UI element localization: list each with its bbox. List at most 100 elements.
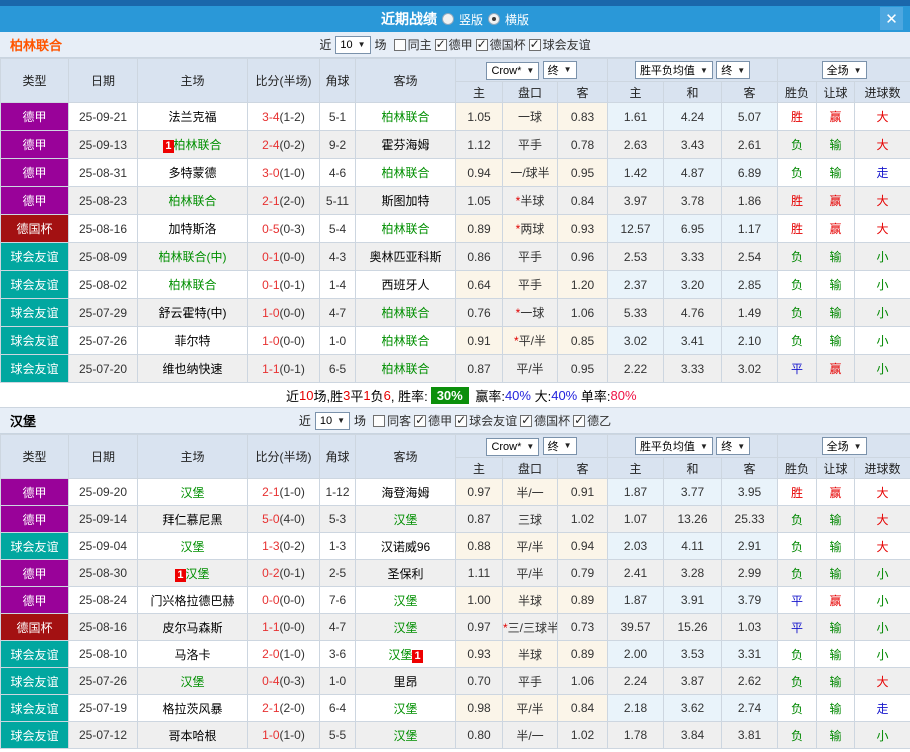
checkbox-icon[interactable] (434, 37, 447, 51)
avg-win-value: 3.02 (607, 326, 665, 355)
league-type-badge: 球会友谊 (0, 694, 69, 722)
halftime-score: (0-2) (279, 137, 305, 152)
filter-checkbox-item[interactable]: 德甲 (414, 412, 452, 429)
home-team-name: 柏林联合(中) (158, 250, 227, 264)
filter-checkbox-item[interactable]: 德国杯 (520, 412, 570, 429)
result-goals: 小 (854, 270, 910, 299)
summary-segment: , 胜率: (390, 388, 428, 404)
away-team-name: 柏林联合 (381, 222, 430, 236)
handicap-value: 平手 (502, 667, 558, 695)
close-icon[interactable]: ✕ (880, 7, 903, 30)
team2-name: 汉堡 (10, 414, 37, 429)
rank-badge: 1 (175, 568, 186, 582)
corner-score: 1-3 (319, 532, 356, 560)
odds-company-select[interactable]: Crow* ▼ (486, 61, 540, 80)
avg-type-select[interactable]: 胜平负均值 ▼ (634, 437, 713, 455)
odds-stage-select[interactable]: 终 ▼ (542, 60, 577, 79)
table-row: 球会友谊 25-07-26 菲尔特 1-0(0-0) 1-0 柏林联合 0.91… (0, 326, 910, 355)
match-date: 25-07-19 (68, 694, 138, 722)
odds-home-value: 0.87 (455, 354, 503, 383)
odds-home-value: 1.05 (455, 186, 503, 215)
filter-label: 同主 (407, 38, 432, 52)
scope-select[interactable]: 全场 ▼ (821, 61, 867, 79)
layout-vertical-label[interactable]: 竖版 (459, 11, 483, 28)
match-date: 25-07-29 (68, 298, 138, 327)
checkbox-icon[interactable] (414, 413, 427, 427)
home-team: 加特斯洛 (137, 214, 248, 243)
result-winloss: 胜 (777, 478, 818, 506)
avg-win-value: 2.03 (607, 532, 665, 560)
layout-horizontal-label[interactable]: 横版 (505, 11, 529, 28)
odds-home-value: 0.89 (455, 214, 503, 243)
summary-segment: 40% (551, 387, 578, 403)
corner-score: 4-7 (319, 298, 356, 327)
avg-group-header: 胜平负均值 ▼ 终 ▼ (607, 58, 779, 82)
filter-checkbox-item[interactable]: 球会友谊 (455, 412, 517, 429)
home-team: 汉堡 (137, 667, 248, 695)
away-team: 汉堡 (355, 505, 456, 533)
away-team-name: 海登海姆 (381, 485, 430, 500)
corner-score: 4-6 (319, 158, 356, 187)
odds-company-select[interactable]: Crow* ▼ (486, 437, 540, 456)
fulltime-score: 0-1 (262, 249, 280, 264)
avg-win-value: 5.33 (607, 298, 665, 327)
scope-select[interactable]: 全场 ▼ (821, 437, 867, 455)
layout-vertical-radio[interactable] (441, 13, 454, 25)
chevron-down-icon: ▼ (853, 65, 862, 75)
match-score: 0-5(0-3) (247, 214, 320, 243)
filter-label: 同客 (387, 414, 412, 428)
checkbox-icon[interactable] (373, 414, 386, 427)
result-goals: 小 (854, 242, 910, 271)
match-score: 2-1(2-0) (247, 186, 320, 215)
home-team-name: 柏林联合 (168, 194, 217, 208)
odds-home-value: 0.97 (455, 478, 503, 506)
avg-win-value: 1.78 (607, 721, 665, 749)
away-team: 汉堡 (355, 613, 456, 641)
match-score: 2-1(1-0) (247, 478, 320, 506)
odds-away-value: 0.89 (556, 640, 609, 668)
checkbox-icon[interactable] (455, 413, 468, 427)
handicap-text: 平/半 (516, 701, 544, 716)
result-let: 赢 (816, 586, 856, 614)
league-type-badge: 球会友谊 (0, 667, 69, 695)
fulltime-score: 2-1 (262, 701, 280, 715)
filter-checkbox-item[interactable]: 德国杯 (475, 36, 526, 53)
odds-stage-select[interactable]: 终 ▼ (542, 436, 577, 455)
checkbox-icon[interactable] (573, 413, 586, 427)
result-let: 输 (816, 326, 856, 355)
avg-stage-select[interactable]: 终 ▼ (716, 61, 751, 79)
col-let: 让球 (816, 81, 856, 103)
fulltime-score: 1-1 (262, 620, 280, 634)
filter-checkbox-item[interactable]: 德甲 (434, 36, 473, 53)
filter-checkbox-item[interactable]: 同主 (393, 36, 432, 53)
layout-horizontal-radio[interactable] (488, 13, 500, 25)
odds-away-value: 0.91 (556, 478, 609, 506)
away-team: 柏林联合 (355, 354, 456, 383)
filter-checkbox-item[interactable]: 德乙 (573, 412, 611, 429)
checkbox-icon[interactable] (475, 37, 488, 51)
filter-checkbox-item[interactable]: 球会友谊 (528, 36, 591, 53)
home-team-name: 格拉茨风暴 (162, 701, 223, 716)
avg-win-value: 2.41 (607, 559, 665, 587)
checkbox-icon[interactable] (393, 38, 406, 51)
result-winloss: 负 (777, 559, 818, 587)
match-score: 1-1(0-1) (247, 354, 320, 383)
checkbox-icon[interactable] (528, 37, 541, 51)
avg-win-value: 3.97 (607, 186, 665, 215)
checkbox-icon[interactable] (520, 413, 533, 427)
match-count-select[interactable]: 10 ▼ (314, 411, 351, 430)
avg-lose-value: 3.02 (721, 354, 779, 383)
table-row: 德甲 25-08-24 门兴格拉德巴赫 0-0(0-0) 7-6 汉堡 1.00… (0, 586, 910, 614)
chevron-down-icon: ▼ (563, 441, 572, 450)
avg-stage-select[interactable]: 终 ▼ (716, 437, 751, 455)
league-type-badge: 德甲 (0, 478, 69, 506)
avg-lose-value: 6.89 (721, 158, 779, 187)
avg-type-select[interactable]: 胜平负均值 ▼ (634, 61, 713, 79)
filter-checkbox-item[interactable]: 同客 (373, 412, 411, 429)
match-count-select[interactable]: 10 ▼ (335, 35, 371, 54)
league-type-badge: 德甲 (0, 586, 69, 614)
avg-win-value: 2.00 (607, 640, 665, 668)
match-score: 0-1(0-0) (247, 242, 320, 271)
summary-segment: 40% (504, 387, 531, 403)
match-count-value: 10 (340, 38, 353, 51)
